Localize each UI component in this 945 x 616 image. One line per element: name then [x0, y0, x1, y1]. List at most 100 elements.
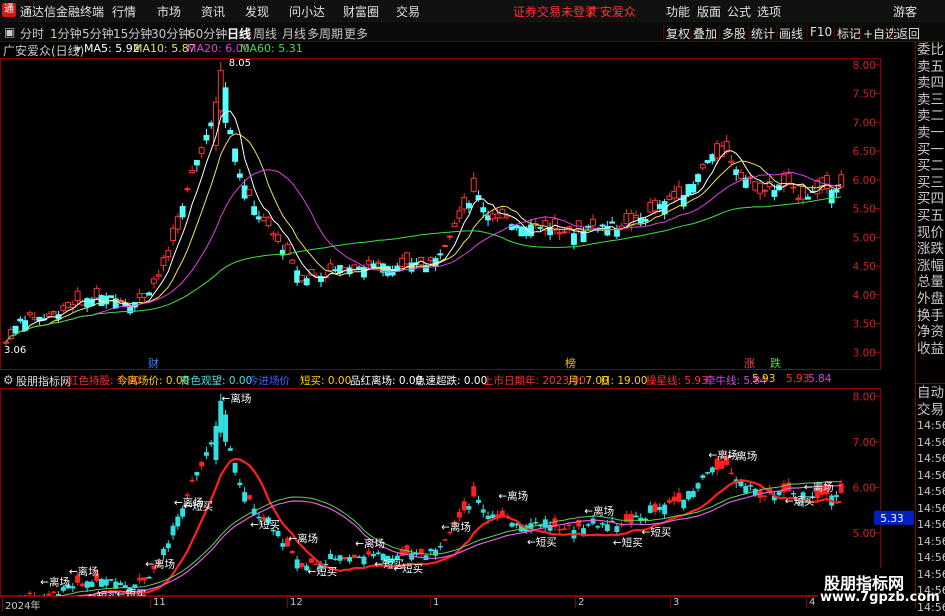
menu-item[interactable]: 行情: [112, 3, 136, 20]
indicator-bar: [643, 518, 648, 521]
indicator-bar: [705, 472, 711, 474]
tick-entry[interactable]: 14:56: [917, 484, 945, 500]
indicator-bar: [748, 485, 753, 487]
toolbar-button[interactable]: +自选: [860, 25, 897, 42]
tick-entry[interactable]: 14:56: [917, 451, 945, 467]
tick-entry[interactable]: 14:56: [917, 418, 945, 434]
toolbar-button[interactable]: 返回: [893, 25, 920, 42]
event-marker: 榜: [565, 356, 576, 370]
indicator-chart[interactable]: 8.007.006.005.004.005.33←离场←短买←离场←短买←离场←…: [0, 388, 915, 596]
candle-body: [571, 233, 577, 245]
quote-field-label: 买五: [917, 208, 944, 224]
period-tab[interactable]: 日线: [227, 25, 251, 42]
indicator-bar: [332, 558, 338, 561]
toolbar-button[interactable]: 画线: [776, 25, 803, 42]
toolbar-button[interactable]: 统计: [748, 25, 775, 42]
buy-signal-label: ←短买: [785, 494, 815, 507]
candle-body: [728, 160, 735, 164]
tick-entry[interactable]: 自动: [917, 385, 945, 401]
indicator-bar: [351, 554, 357, 558]
exit-signal-label: ←离场: [69, 565, 99, 578]
time-axis-label: 12: [287, 597, 303, 608]
candle-body: [504, 215, 511, 218]
tick-entry[interactable]: 14:56: [917, 435, 945, 451]
tick-entry[interactable]: 14:56: [917, 501, 945, 517]
candle-body: [456, 210, 463, 219]
candle-body: [103, 295, 110, 305]
candle-body: [790, 186, 797, 189]
quote-field-label: 外盘: [917, 291, 944, 307]
indicator-value: 今进场价: [248, 375, 290, 387]
indicator-bar: [834, 495, 839, 497]
period-tab[interactable]: 1分钟: [50, 25, 82, 42]
tick-entry[interactable]: 交易: [917, 402, 945, 418]
toolbar-button[interactable]: 标记: [834, 25, 861, 42]
indicator-bar: [662, 504, 668, 515]
period-tab[interactable]: 月线: [282, 25, 306, 42]
menu-item[interactable]: 交易: [396, 3, 420, 20]
menu-item[interactable]: 市场: [157, 3, 181, 20]
price-axis-label: 8.00: [853, 60, 876, 72]
indicator-bar: [213, 425, 219, 460]
candle-body: [690, 184, 697, 193]
indicator-bar: [709, 467, 715, 473]
candle-body: [93, 287, 100, 299]
right-menu-item[interactable]: 选项: [757, 3, 781, 20]
indicator-bar: [566, 524, 572, 527]
tick-entry[interactable]: 14:56: [917, 517, 945, 533]
toolbar-button[interactable]: F10: [807, 25, 832, 39]
candle-body: [733, 169, 740, 176]
user-label[interactable]: 游客: [893, 3, 917, 20]
indicator-bar: [404, 545, 410, 554]
watermark: 股朋指标网 www.7gpzb.com: [818, 568, 940, 609]
tick-entry[interactable]: 14:56: [917, 567, 945, 583]
indicator-axis-label: 5.00: [853, 528, 876, 540]
indicator-bar: [275, 530, 281, 537]
period-tab[interactable]: 60分钟: [188, 25, 227, 42]
candle-body: [518, 226, 525, 237]
main-kline-chart[interactable]: 8.00 7.50 7.00 6.50 6.00 5.50 5.00 4.50 4.00 3.50…: [0, 58, 915, 370]
price-axis-label: 3.50: [853, 319, 876, 331]
candle-body: [251, 206, 258, 215]
toolbar-button[interactable]: 多股: [719, 25, 746, 42]
right-menu-item[interactable]: 版面: [697, 3, 721, 20]
tick-entry[interactable]: 14:56: [917, 534, 945, 550]
ma-dropdown-icon[interactable]: ▾: [75, 42, 81, 56]
indicator-bar: [743, 486, 749, 494]
candle-body: [757, 182, 764, 194]
period-tab[interactable]: 周线: [253, 25, 277, 42]
menu-item[interactable]: 发现: [245, 3, 269, 20]
toolbar-button[interactable]: 复权: [663, 25, 690, 42]
tick-entry[interactable]: 14:56: [917, 468, 945, 484]
period-toolbar: 分时 1分钟 5分钟 15分钟 30分钟 60分钟 日线 周线 月线 多周期 更多 ▣ 复权 叠加 多股 统计…: [0, 22, 945, 42]
tick-entry[interactable]: 14:56: [917, 550, 945, 566]
candle-body: [189, 170, 196, 174]
time-axis-label: 4: [806, 597, 815, 608]
buy-signal-label: ←短买: [642, 525, 672, 538]
menu-item[interactable]: 资讯: [201, 3, 225, 20]
indicator-bar: [218, 400, 224, 433]
period-tab[interactable]: 5分钟: [82, 25, 114, 42]
period-tab[interactable]: 更多: [344, 25, 368, 42]
period-tab[interactable]: 30分钟: [151, 25, 190, 42]
indicator-settings-icon[interactable]: ⚙: [3, 373, 14, 387]
toolbar-button[interactable]: 叠加: [690, 25, 717, 42]
menu-item[interactable]: 财富圈: [343, 3, 379, 20]
period-tab[interactable]: 分时: [20, 25, 44, 42]
right-menu-item[interactable]: 功能: [666, 3, 690, 20]
trade-notice[interactable]: 证券交易未登录: [513, 3, 597, 20]
candle-body: [60, 305, 67, 312]
layout-icon[interactable]: ▣: [4, 25, 15, 39]
indicator-bar: [309, 558, 314, 563]
candle-body: [179, 206, 186, 218]
period-tab[interactable]: 15分钟: [113, 25, 152, 42]
quote-field-label: 买四: [917, 191, 944, 208]
candle-body: [170, 227, 176, 242]
menu-item[interactable]: 问小达: [289, 3, 325, 20]
candle-body: [804, 196, 811, 200]
period-tab[interactable]: 多周期: [307, 25, 343, 42]
right-menu-item[interactable]: 公式: [727, 3, 751, 20]
candle-body: [528, 224, 534, 237]
indicator-bar: [184, 494, 190, 496]
indicator-bar: [204, 452, 209, 456]
